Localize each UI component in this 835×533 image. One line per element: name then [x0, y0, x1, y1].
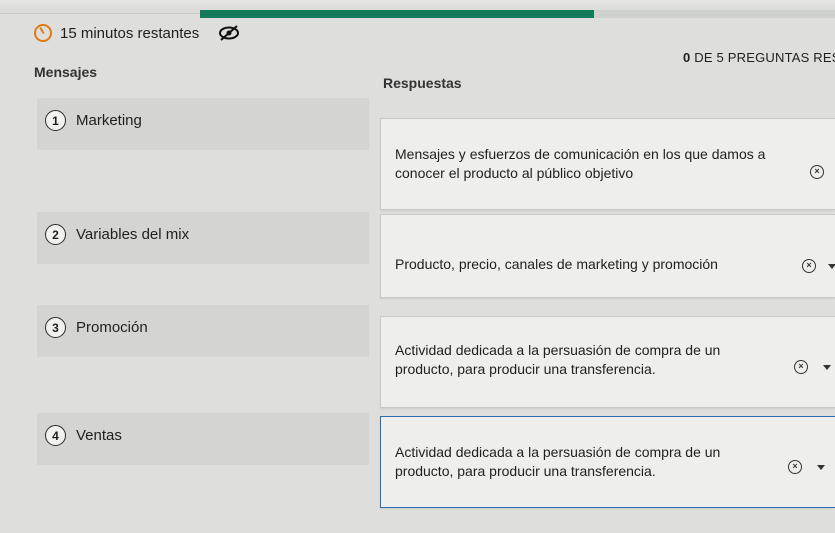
progress-bar — [200, 10, 835, 18]
questions-remaining-text: DE 5 PREGUNTAS RESTA — [694, 50, 835, 65]
close-circle-icon[interactable]: × — [810, 165, 824, 179]
message-label: Promoción — [76, 319, 148, 336]
timer-text: 15 minutos restantes — [60, 24, 200, 42]
timer: 15 minutos restantes — [34, 22, 241, 44]
message-item-4: 4 Ventas — [37, 413, 369, 465]
close-circle-icon[interactable]: × — [788, 460, 802, 474]
message-number: 3 — [45, 317, 66, 338]
questions-remaining-number: 0 — [683, 50, 691, 65]
message-item-1: 1 Marketing — [37, 98, 369, 150]
answers-column-header: Respuestas — [383, 75, 462, 91]
message-label: Ventas — [76, 427, 122, 444]
answer-text: Actividad dedicada a la persuasión de co… — [395, 443, 775, 481]
messages-column-header: Mensajes — [34, 64, 98, 80]
close-circle-icon[interactable]: × — [802, 259, 816, 273]
message-item-3: 3 Promoción — [37, 305, 369, 357]
answer-text: Mensajes y esfuerzos de comunicación en … — [395, 145, 775, 183]
progress-fill — [200, 10, 594, 18]
answer-text: Actividad dedicada a la persuasión de co… — [395, 341, 775, 379]
answer-slot-3[interactable]: Actividad dedicada a la persuasión de co… — [380, 316, 835, 408]
answer-text: Producto, precio, canales de marketing y… — [395, 255, 775, 274]
answer-slot-1[interactable]: Mensajes y esfuerzos de comunicación en … — [380, 118, 835, 210]
answer-text-line1: Producto, precio, canales de marketing y… — [395, 256, 718, 272]
message-item-2: 2 Variables del mix — [37, 212, 369, 264]
clock-icon — [34, 24, 52, 42]
message-number: 2 — [45, 224, 66, 245]
eye-off-icon[interactable] — [217, 24, 241, 42]
close-circle-icon[interactable]: × — [794, 360, 808, 374]
message-label: Variables del mix — [76, 226, 190, 243]
answer-slot-2[interactable]: Producto, precio, canales de marketing y… — [380, 214, 835, 298]
message-number: 4 — [45, 425, 66, 446]
chevron-down-icon[interactable] — [817, 465, 825, 470]
answer-text-line2: conocer el producto al público objetivo — [395, 165, 634, 181]
chevron-down-icon[interactable] — [823, 365, 831, 370]
answer-text-line1: Actividad dedicada a la persuasión de co… — [395, 342, 721, 358]
answer-slot-4[interactable]: Actividad dedicada a la persuasión de co… — [380, 416, 835, 508]
answer-text-line1: Mensajes y esfuerzos de comunicación en … — [395, 146, 766, 162]
questions-remaining: 0 DE 5 PREGUNTAS RESTA — [683, 50, 835, 65]
answer-text-line2: producto, para producir una transferenci… — [395, 463, 656, 479]
answer-text-line2: producto, para producir una transferenci… — [395, 361, 656, 377]
answer-text-line1: Actividad dedicada a la persuasión de co… — [395, 444, 721, 460]
message-label: Marketing — [76, 112, 142, 129]
chevron-down-icon[interactable] — [828, 264, 835, 269]
message-number: 1 — [45, 110, 66, 131]
